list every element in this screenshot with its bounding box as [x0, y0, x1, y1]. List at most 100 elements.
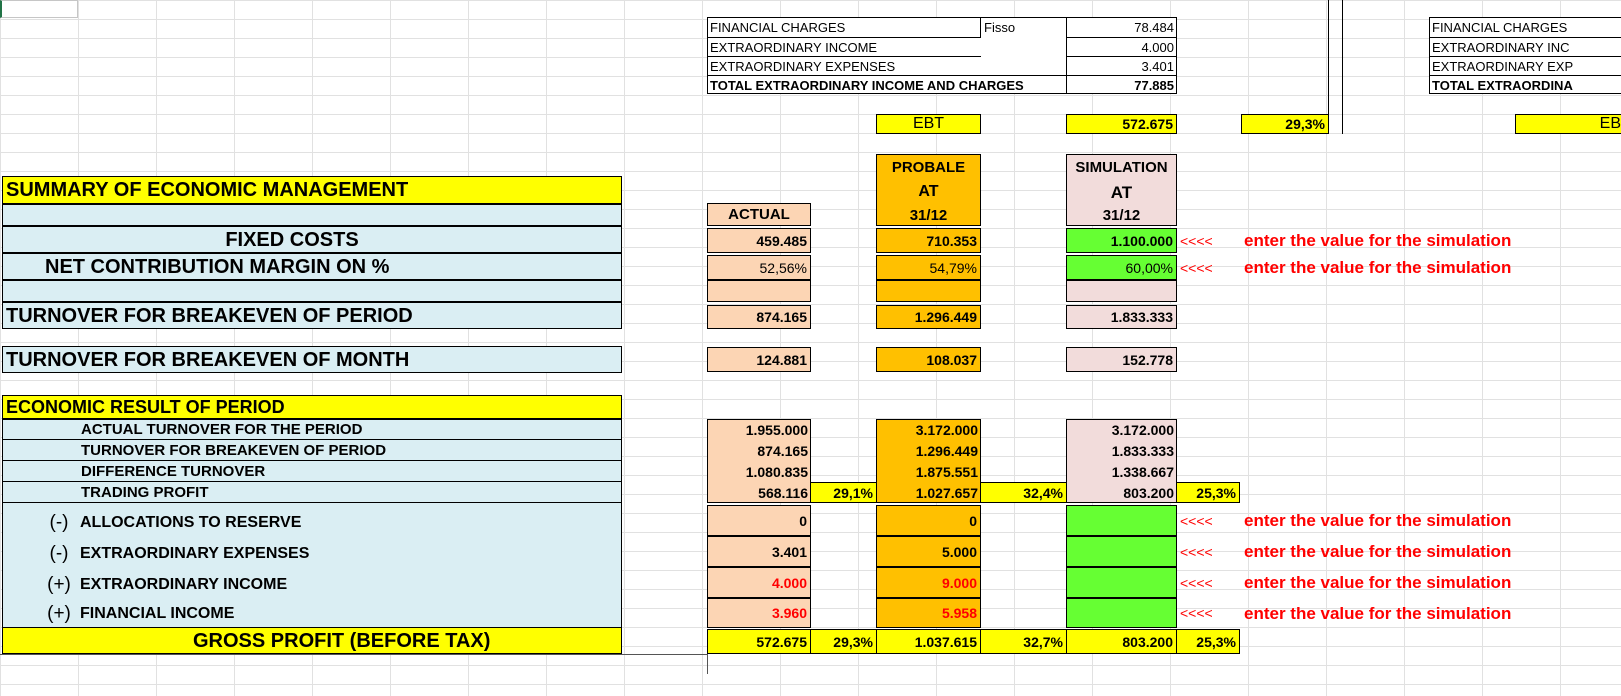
summary-spacer: [2, 204, 622, 226]
adjust-actual: 3.401: [707, 536, 811, 567]
adjust-sim-input[interactable]: [1066, 536, 1177, 567]
arrow-marker: <<<<: [1180, 259, 1213, 276]
header-sim-3: 31/12: [1102, 206, 1141, 224]
top-row-value: 3.401: [1066, 56, 1177, 75]
tbe-month-actual: 124.881: [707, 347, 811, 372]
result-row-label: TRADING PROFIT: [81, 484, 209, 501]
ncm-sim-input[interactable]: 60,00%: [1066, 255, 1177, 280]
right-partial-row: EXTRAORDINARY INC: [1429, 37, 1621, 56]
top-row-label: EXTRAORDINARY INCOME: [707, 37, 981, 56]
adjust-probale: 0: [876, 505, 981, 536]
tbe-period-label: TURNOVER FOR BREAKEVEN OF PERIOD: [2, 302, 622, 329]
tbe-period-sim: 1.833.333: [1066, 305, 1177, 329]
fixed-costs-probale: 710.353: [876, 228, 981, 253]
arrow-marker: <<<<: [1180, 512, 1213, 529]
adjust-probale: 5.958: [876, 598, 981, 628]
arrow-marker: <<<<: [1180, 543, 1213, 560]
right-partial-row: EXTRAORDINARY EXP: [1429, 56, 1621, 75]
result-actual: 1.955.000: [745, 421, 808, 438]
right-partial-row: TOTAL EXTRAORDINA: [1429, 75, 1621, 94]
tbe-month-label: TURNOVER FOR BREAKEVEN OF MONTH: [2, 346, 622, 373]
result-sim: 1.833.333: [1111, 442, 1174, 459]
summary-spacer: [2, 280, 622, 302]
right-partial-ebt: EB: [1515, 114, 1621, 134]
fixed-costs-sim-input[interactable]: 1.100.000: [1066, 228, 1177, 253]
top-row-tag: Fisso: [980, 18, 1067, 37]
result-row-label: DIFFERENCE TURNOVER: [3, 461, 621, 482]
simulation-hint: enter the value for the simulation: [1244, 542, 1512, 561]
gross-actual: 572.675: [707, 629, 811, 654]
adjust-probale: 9.000: [876, 567, 981, 598]
spacer-probale: [876, 280, 981, 302]
ncm-probale: 54,79%: [876, 255, 981, 280]
result-row-label: TURNOVER FOR BREAKEVEN OF PERIOD: [3, 440, 621, 461]
result-probale: 1.875.551: [915, 463, 978, 480]
header-probale-1: PROBALE: [891, 158, 966, 176]
tbe-month-sim: 152.778: [1066, 347, 1177, 372]
simulation-hint: enter the value for the simulation: [1244, 603, 1512, 623]
gross-sim-pct: 25,3%: [1176, 629, 1240, 654]
result-probale: 3.172.000: [915, 421, 978, 438]
result-row-label: ACTUAL TURNOVER FOR THE PERIOD: [3, 419, 621, 440]
top-row-label: FINANCIAL CHARGES: [710, 20, 846, 35]
gross-profit-label: GROSS PROFIT (BEFORE TAX): [2, 627, 622, 654]
vertical-divider: [1328, 0, 1329, 134]
result-actual: 1.080.835: [745, 463, 808, 480]
adjust-actual: 3.960: [707, 598, 811, 628]
arrow-marker: <<<<: [1180, 574, 1213, 591]
result-sim: 3.172.000: [1111, 421, 1174, 438]
adjust-actual: 4.000: [707, 567, 811, 598]
header-probale-3: 31/12: [909, 206, 948, 224]
result-actual: 568.116: [758, 484, 808, 501]
result-sim: 1.338.667: [1111, 463, 1174, 480]
result-actual-pct: 29,1%: [810, 482, 877, 503]
tbe-month-probale: 108.037: [876, 347, 981, 372]
simulation-hint: enter the value for the simulation: [1244, 511, 1512, 530]
simulation-hint: enter the value for the simulation: [1244, 573, 1512, 592]
vertical-divider: [707, 654, 708, 674]
top-total-value: 77.885: [1066, 75, 1177, 94]
result-probale: 1.296.449: [915, 442, 978, 459]
bottom-border: [0, 654, 707, 655]
adjust-label: EXTRAORDINARY EXPENSES: [80, 544, 310, 562]
adjust-sim-input[interactable]: [1066, 598, 1177, 628]
ebt-label: EBT: [876, 114, 981, 134]
arrow-marker: <<<<: [1180, 232, 1213, 249]
selected-cell[interactable]: [0, 0, 78, 18]
summary-title: SUMMARY OF ECONOMIC MANAGEMENT: [2, 176, 622, 204]
adjust-sign: (-): [49, 512, 69, 533]
top-total-label: TOTAL EXTRAORDINARY INCOME AND CHARGES: [707, 75, 1067, 94]
adjust-label: ALLOCATIONS TO RESERVE: [80, 513, 302, 531]
gross-probale: 1.037.615: [876, 629, 981, 654]
top-row-value: 78.484: [1066, 18, 1177, 37]
adjust-actual: 0: [707, 505, 811, 536]
gross-sim: 803.200: [1066, 629, 1177, 654]
adjust-sim-input[interactable]: [1066, 505, 1177, 536]
adjust-sim-input[interactable]: [1066, 567, 1177, 598]
fixed-costs-label: FIXED COSTS: [2, 226, 622, 253]
tbe-period-actual: 874.165: [707, 305, 811, 329]
result-title: ECONOMIC RESULT OF PERIOD: [2, 395, 622, 419]
adjust-label: FINANCIAL INCOME: [80, 604, 235, 622]
top-row-value: 4.000: [1066, 37, 1177, 56]
gross-actual-pct: 29,3%: [810, 629, 877, 654]
ncm-actual: 52,56%: [707, 255, 811, 280]
result-sim-pct: 25,3%: [1176, 482, 1240, 503]
result-sim: 803.200: [1123, 484, 1174, 501]
ncm-label: NET CONTRIBUTION MARGIN ON %: [2, 253, 622, 280]
adjust-probale: 5.000: [876, 536, 981, 567]
header-sim-2: AT: [1110, 182, 1133, 202]
gross-probale-pct: 32,7%: [980, 629, 1067, 654]
top-row-label: EXTRAORDINARY EXPENSES: [707, 56, 981, 75]
adjust-sign: (+): [47, 574, 71, 595]
adjust-label: EXTRAORDINARY INCOME: [80, 575, 288, 593]
result-actual: 874.165: [757, 442, 808, 459]
ebt-pct: 29,3%: [1241, 114, 1329, 134]
result-probale-pct: 32,4%: [980, 482, 1067, 503]
spacer-actual: [707, 280, 811, 302]
simulation-hint: enter the value for the simulation: [1244, 258, 1512, 277]
header-actual: ACTUAL: [707, 203, 811, 226]
arrow-marker: <<<<: [1180, 605, 1213, 621]
adjust-sign: (-): [49, 543, 69, 564]
ebt-value: 572.675: [1066, 114, 1177, 134]
